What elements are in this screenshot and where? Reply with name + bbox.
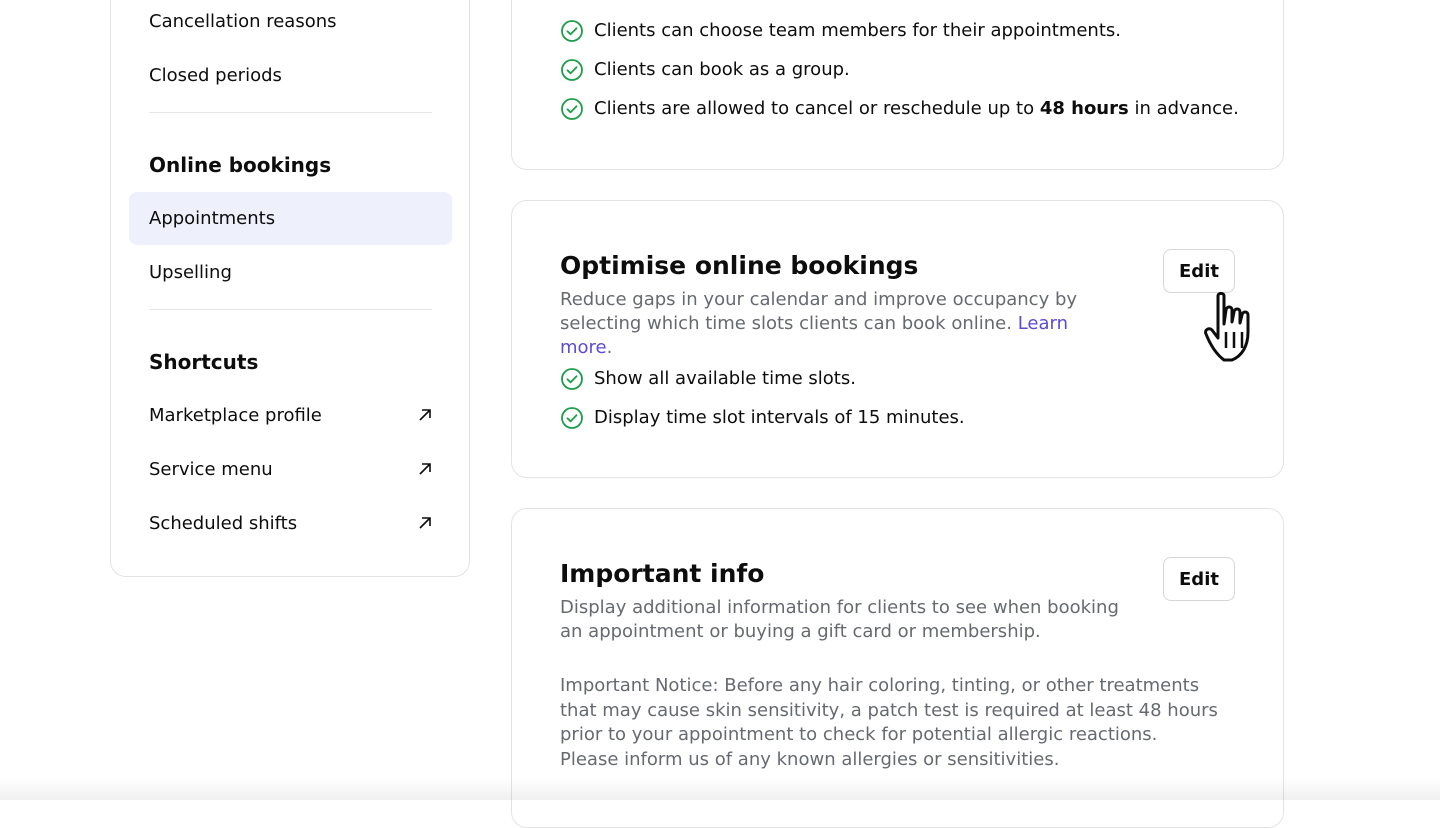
- sidebar-item-scheduled-shifts[interactable]: Scheduled shifts: [129, 497, 452, 550]
- bottom-shadow: [0, 778, 1440, 800]
- sidebar-item-marketplace-profile[interactable]: Marketplace profile: [129, 389, 452, 442]
- edit-important-info-button[interactable]: Edit: [1163, 557, 1235, 601]
- settings-sidebar: Cancellation reasons Closed periods Onli…: [110, 0, 470, 577]
- sidebar-divider: [149, 309, 432, 310]
- sidebar-item-upselling[interactable]: Upselling: [129, 246, 452, 299]
- hand-pointer-cursor-icon: [1204, 291, 1250, 362]
- rule-text: Clients can book as a group.: [594, 59, 850, 80]
- description-suffix: .: [606, 337, 613, 358]
- section-title-shortcuts: Shortcuts: [149, 350, 259, 374]
- sidebar-item-appointments[interactable]: Appointments: [129, 192, 452, 245]
- cancel-text-prefix: Clients are allowed to cancel or resched…: [594, 98, 1040, 119]
- sidebar-item-label: Closed periods: [149, 65, 282, 86]
- sidebar-item-cancellation-reasons[interactable]: Cancellation reasons: [129, 0, 452, 48]
- check-circle-icon: [561, 59, 583, 81]
- cancel-text-suffix: in advance.: [1128, 98, 1239, 119]
- sidebar-item-label: Upselling: [149, 262, 232, 283]
- external-arrow-icon: [419, 517, 431, 529]
- card-title: Important info: [560, 559, 765, 588]
- sidebar-item-service-menu[interactable]: Service menu: [129, 443, 452, 496]
- check-circle-icon: [561, 98, 583, 120]
- card-title: Optimise online bookings: [560, 251, 919, 280]
- sidebar-item-label: Cancellation reasons: [149, 11, 337, 32]
- section-title-online-bookings: Online bookings: [149, 153, 332, 177]
- optimise-bookings-card: Optimise online bookings Reduce gaps in …: [511, 200, 1284, 478]
- sidebar-item-closed-periods[interactable]: Closed periods: [129, 49, 452, 102]
- rule-text: Clients are allowed to cancel or resched…: [594, 96, 1239, 122]
- check-circle-icon: [561, 20, 583, 42]
- check-circle-icon: [561, 407, 583, 429]
- external-arrow-icon: [419, 409, 431, 421]
- setting-text: Display time slot intervals of 15 minute…: [594, 407, 965, 428]
- booking-rules-card: Clients can choose team members for thei…: [511, 0, 1284, 170]
- sidebar-item-label: Scheduled shifts: [149, 513, 298, 534]
- card-description: Reduce gaps in your calendar and improve…: [560, 288, 1120, 360]
- external-arrow-icon: [419, 463, 431, 475]
- rule-text: Clients can choose team members for thei…: [594, 20, 1122, 41]
- sidebar-item-label: Appointments: [149, 208, 276, 229]
- sidebar-divider: [149, 112, 432, 113]
- sidebar-item-label: Service menu: [149, 459, 273, 480]
- check-circle-icon: [561, 368, 583, 390]
- sidebar-item-label: Marketplace profile: [149, 405, 322, 426]
- setting-text: Show all available time slots.: [594, 368, 856, 389]
- description-text: Reduce gaps in your calendar and improve…: [560, 289, 1078, 334]
- card-description: Display additional information for clien…: [560, 597, 1119, 642]
- important-notice-text: Important Notice: Before any hair colori…: [560, 675, 1218, 770]
- cancel-hours: 48 hours: [1039, 98, 1129, 119]
